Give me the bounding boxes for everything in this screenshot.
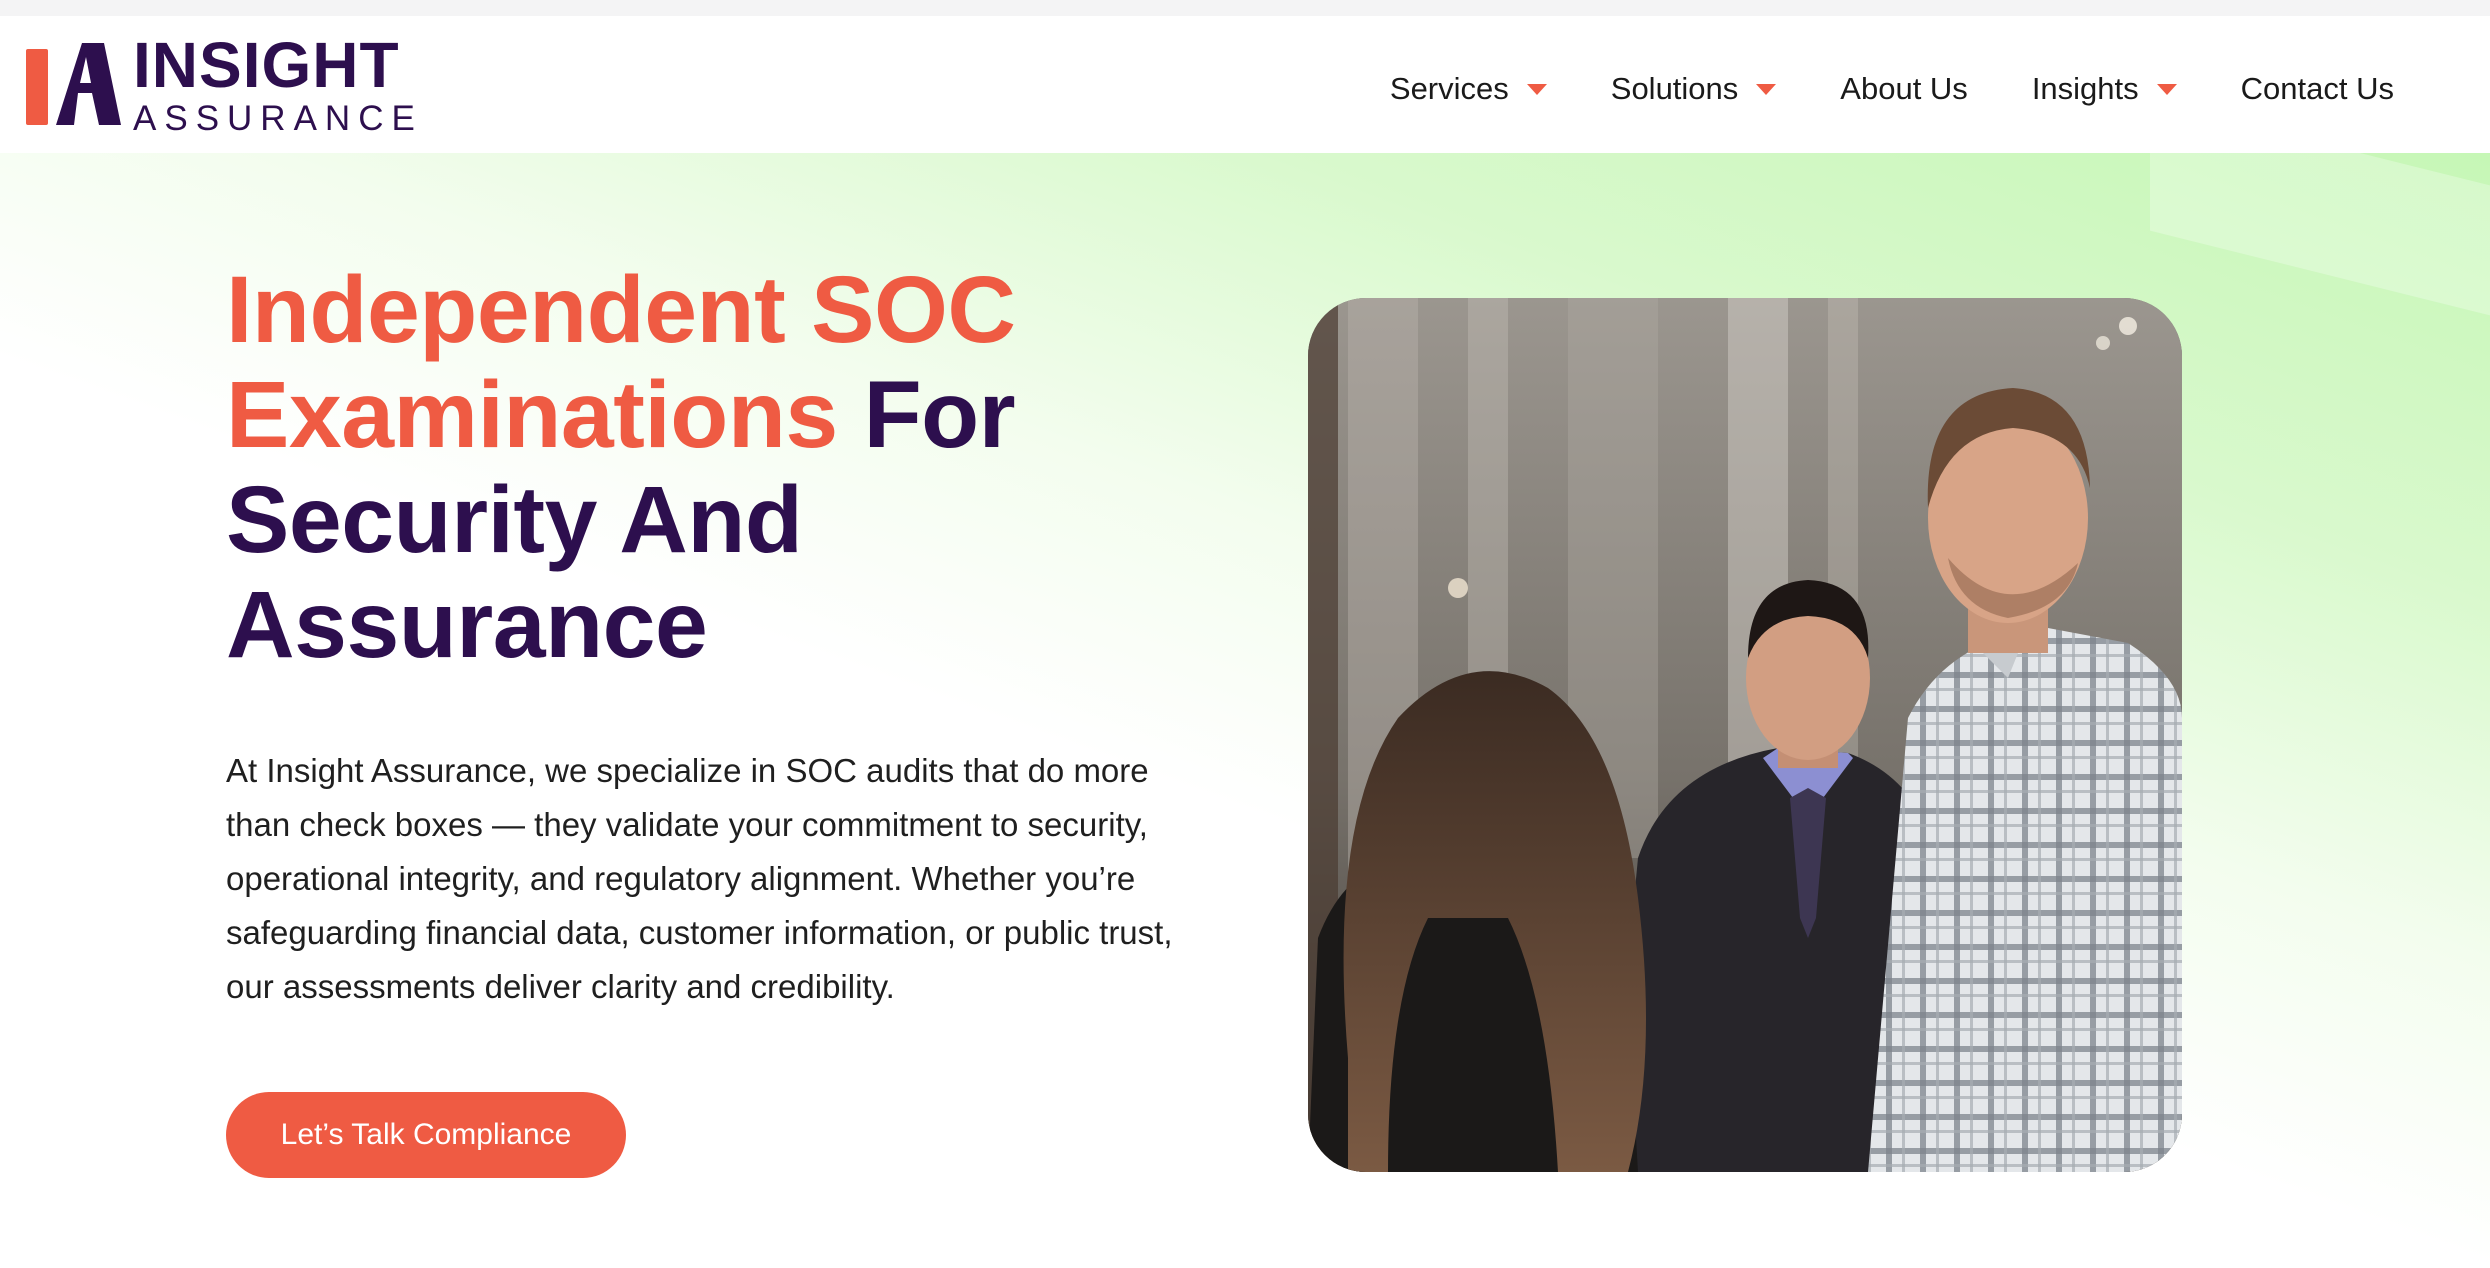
- site-header: INSIGHT ASSURANCE Services Solutions Abo…: [0, 0, 2490, 153]
- hero-description: At Insight Assurance, we specialize in S…: [226, 752, 1173, 1005]
- nav-item-services[interactable]: Services: [1390, 71, 1547, 107]
- hero-team-photo: [1308, 298, 2182, 1172]
- caret-down-icon: [2156, 83, 2177, 95]
- nav-item-about-us[interactable]: About Us: [1840, 71, 1968, 107]
- lets-talk-compliance-button[interactable]: Let’s Talk Compliance: [226, 1092, 626, 1178]
- logo-wordmark-top: INSIGHT: [133, 28, 400, 101]
- team-photo-illustration: [1308, 298, 2182, 1172]
- nav-item-label: Solutions: [1610, 71, 1739, 106]
- nav-item-contact-us[interactable]: Contact Us: [2241, 71, 2394, 107]
- nav-item-label: Contact Us: [2240, 71, 2394, 106]
- nav-item-label: Insights: [2031, 71, 2139, 106]
- nav-item-insights[interactable]: Insights: [2032, 71, 2177, 107]
- hero-headline: Independent SOC Examinations For Securit…: [226, 258, 1186, 678]
- nav-item-solutions[interactable]: Solutions: [1611, 71, 1777, 107]
- hero-section: Independent SOC Examinations For Securit…: [0, 153, 2490, 1268]
- logo-wordmark-bottom: ASSURANCE: [133, 98, 423, 138]
- hero-content: Independent SOC Examinations For Securit…: [226, 258, 1186, 1178]
- caret-down-icon: [1526, 83, 1547, 95]
- page: INSIGHT ASSURANCE Services Solutions Abo…: [0, 0, 2490, 1268]
- caret-down-icon: [1756, 83, 1777, 95]
- main-nav: Services Solutions About Us Insights Con…: [1390, 71, 2394, 107]
- nav-item-label: Services: [1389, 71, 1509, 106]
- hero-decorative-stripe: [2150, 153, 2490, 336]
- nav-item-label: About Us: [1840, 71, 1968, 106]
- logo-link[interactable]: INSIGHT ASSURANCE: [26, 33, 423, 136]
- logo-mark-icon: [26, 43, 121, 125]
- logo-wordmark: INSIGHT ASSURANCE: [133, 33, 423, 136]
